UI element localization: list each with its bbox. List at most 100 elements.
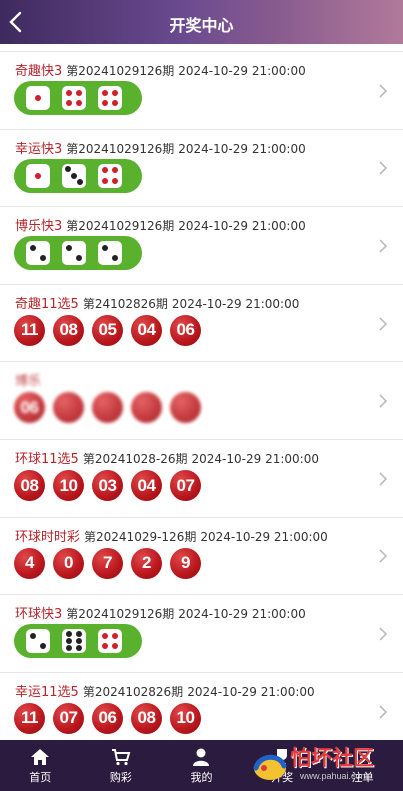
die-face-4	[98, 86, 122, 110]
chevron-right-icon	[379, 317, 388, 331]
row-meta: 环球11选5 第20241028-26期 2024-10-29 21:00:00	[15, 448, 319, 467]
ball-result-row: 11 08 05 04 06	[14, 314, 201, 349]
draw-date: 2024-10-29 21:00:00	[178, 219, 306, 234]
watermark: 怕坏社区 www.pahuai.com	[244, 740, 403, 791]
result-ball: 07	[53, 702, 84, 734]
lottery-name: 环球快3	[15, 607, 63, 623]
tab-label: 购彩	[109, 770, 132, 784]
result-ball: 03	[92, 470, 123, 501]
row-meta: 博乐快3 第20241029126期 2024-10-29 21:00:00	[15, 215, 306, 234]
chevron-right-icon	[379, 84, 388, 98]
result-ball	[53, 392, 84, 424]
dice-result-bar	[14, 624, 142, 659]
issue-number: 第20241029126期	[66, 64, 175, 78]
result-ball: 10	[170, 702, 201, 734]
lottery-results-screen: 奇趣快3 第20241029126期 2024-10-29 21:00:00 幸运快3…	[0, 0, 403, 791]
row-meta: 环球时时彩 第20241029-126期 2024-10-29 21:00:00	[15, 526, 328, 545]
draw-date: 2024-10-29 21:00:00	[200, 529, 328, 544]
watermark-logo	[253, 754, 287, 780]
result-ball: 06	[92, 702, 123, 734]
result-ball: 2	[131, 547, 162, 579]
draw-date: 2024-10-29 21:00:00	[191, 452, 319, 466]
result-row[interactable]: 幸运快3 第20241029126期 2024-10-29 21:00:00	[0, 129, 403, 208]
result-ball: 0	[53, 547, 84, 579]
ball-result-row: 11 07 06 08 10	[14, 702, 201, 737]
tab-buy[interactable]: 购彩	[81, 740, 162, 791]
chevron-right-icon	[379, 472, 388, 486]
row-meta: 幸运11选5 第2024102826期 2024-10-29 21:00:00	[15, 681, 315, 700]
tab-home[interactable]: 首页	[0, 740, 81, 791]
result-ball	[170, 392, 201, 424]
lottery-name: 奇趣快3	[15, 64, 63, 79]
draw-date: 2024-10-29 21:00:00	[178, 141, 306, 156]
draw-date: 2024-10-29 21:00:00	[178, 64, 306, 78]
result-ball: 11	[14, 702, 45, 734]
tab-label: 我的	[190, 770, 213, 784]
ball-result-row: 08 10 03 04 07	[14, 470, 201, 504]
watermark-title: 怕坏社区	[290, 745, 374, 770]
chevron-right-icon	[379, 705, 388, 719]
chevron-right-icon	[379, 627, 388, 641]
die-face-4	[98, 163, 122, 188]
home-icon	[31, 748, 50, 765]
cart-icon	[111, 748, 131, 765]
die-face-1	[26, 163, 50, 188]
result-row[interactable]: 环球11选5 第20241028-26期 2024-10-29 21:00:00 08…	[0, 440, 403, 518]
results-list[interactable]: 奇趣快3 第20241029126期 2024-10-29 21:00:00 幸运快3…	[0, 0, 403, 740]
result-ball	[92, 392, 123, 424]
row-meta: 博乐	[15, 370, 49, 389]
result-ball: 04	[131, 314, 162, 346]
result-row[interactable]: 环球快3 第20241029126期 2024-10-29 21:00:00	[0, 595, 403, 673]
result-ball: 4	[14, 547, 45, 579]
result-ball: 05	[92, 314, 123, 346]
result-ball	[131, 392, 162, 424]
die-face-2	[98, 241, 122, 266]
result-ball: 08	[131, 702, 162, 734]
issue-number: 第20241029126期	[66, 219, 175, 234]
tab-mine[interactable]: 我的	[161, 740, 242, 791]
result-ball: 9	[170, 547, 201, 579]
result-row[interactable]: 幸运11选5 第2024102826期 2024-10-29 21:00:00 11 0…	[0, 672, 403, 740]
result-row[interactable]: 奇趣快3 第20241029126期 2024-10-29 21:00:00	[0, 52, 403, 130]
ball-result-row: 06	[14, 392, 201, 426]
lottery-name: 博乐快3	[15, 219, 63, 235]
result-ball: 06	[170, 314, 201, 346]
die-face-6	[62, 629, 86, 654]
issue-number: 第20241028-26期	[82, 452, 188, 466]
issue-number: 第2024102826期	[82, 684, 184, 699]
draw-date: 2024-10-29 21:00:00	[171, 296, 300, 311]
issue-number: 第20241029126期	[66, 607, 175, 622]
result-row[interactable]: 博乐 06	[0, 362, 403, 440]
result-row[interactable]: 博乐快3 第20241029126期 2024-10-29 21:00:00	[0, 207, 403, 285]
lottery-name: 奇趣11选5	[15, 296, 79, 312]
header-bar: 开奖中心	[0, 0, 403, 44]
dice-result-bar	[14, 81, 142, 115]
chevron-right-icon	[379, 161, 388, 175]
issue-number: 第20241029126期	[66, 141, 175, 156]
lottery-name: 环球11选5	[15, 452, 79, 467]
die-face-3	[62, 163, 86, 188]
result-ball: 10	[53, 470, 84, 501]
chevron-right-icon	[379, 549, 388, 563]
result-row[interactable]: 奇趣11选5 第24102826期 2024-10-29 21:00:00 11 08 0…	[0, 284, 403, 363]
page-title: 开奖中心	[169, 16, 234, 35]
die-face-1	[26, 86, 50, 110]
die-face-4	[62, 86, 86, 110]
watermark-url: www.pahuai.com	[300, 771, 369, 781]
row-meta: 奇趣快3 第20241029126期 2024-10-29 21:00:00	[15, 60, 306, 79]
draw-date: 2024-10-29 21:00:00	[178, 607, 306, 622]
user-icon	[193, 748, 210, 766]
die-face-2	[26, 629, 50, 654]
row-meta: 奇趣11选5 第24102826期 2024-10-29 21:00:00	[15, 293, 299, 312]
row-meta: 幸运快3 第20241029126期 2024-10-29 21:00:00	[15, 138, 306, 157]
die-face-4	[98, 629, 122, 654]
result-ball: 04	[131, 470, 162, 501]
die-face-2	[62, 241, 86, 266]
ball-result-row: 40729	[14, 547, 201, 582]
tab-label: 首页	[29, 770, 52, 784]
lottery-name: 博乐	[15, 374, 42, 390]
result-row[interactable]: 环球时时彩 第20241029-126期 2024-10-29 21:00:00 4 0…	[0, 517, 403, 596]
result-ball: 11	[14, 314, 45, 346]
draw-date: 2024-10-29 21:00:00	[187, 684, 315, 699]
die-face-2	[26, 241, 50, 266]
